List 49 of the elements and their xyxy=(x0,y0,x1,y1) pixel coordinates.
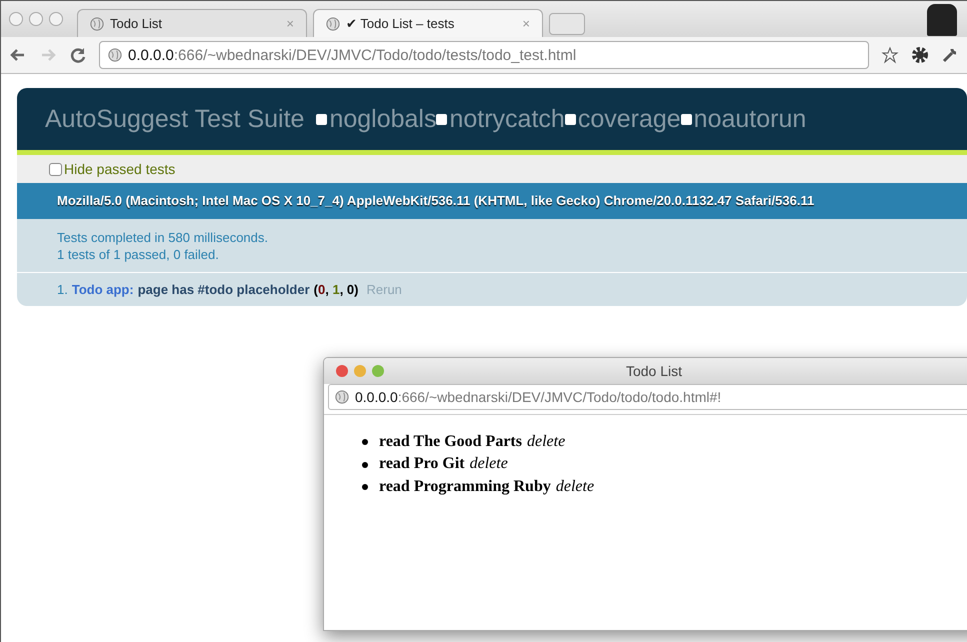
option-checkbox[interactable]: notrycatch xyxy=(436,104,565,134)
address-bar[interactable]: 0.0.0.0:666/~wbednarski/DEV/JMVC/Todo/todo/todo.html#! xyxy=(328,384,967,410)
checkbox-icon[interactable] xyxy=(436,114,448,124)
count-value: 0 xyxy=(318,282,326,297)
user-agent-text: Mozilla/5.0 (Macintosh; Intel Mac OS X 10_7_4) AppleWebKit/536.11 (KHTML, like Gecko) Chrome/20.0.1132.47 Safari/536.11 xyxy=(17,183,967,219)
bullet-icon xyxy=(362,462,368,468)
window-title: Todo List xyxy=(626,363,682,379)
count-punctuation: , xyxy=(325,282,330,297)
globe-icon xyxy=(326,16,340,30)
suite-title: AutoSuggest Test Suite xyxy=(45,104,304,134)
test-name[interactable]: page has #todo placeholder xyxy=(138,282,310,297)
todo-text: read Pro Git xyxy=(379,454,465,474)
bullet-icon xyxy=(362,484,368,490)
globe-icon xyxy=(90,16,104,30)
avatar-icon[interactable] xyxy=(927,4,957,36)
globe-icon xyxy=(335,390,349,404)
count-value: 1 xyxy=(332,282,340,297)
count-value: 0 xyxy=(346,282,354,297)
delete-link[interactable]: delete xyxy=(470,453,508,476)
option-checkbox[interactable]: noglobals xyxy=(316,104,436,134)
module-name[interactable]: Todo app: xyxy=(72,282,134,297)
checkbox-icon[interactable] xyxy=(680,114,692,124)
summary-text: 1 tests of 1 passed, 0 failed. xyxy=(57,246,220,264)
checkbox[interactable] xyxy=(49,162,62,176)
count-punctuation: ( xyxy=(314,282,318,297)
browser-tab[interactable]: ✔ Todo List – tests × xyxy=(313,9,543,37)
option-checkbox[interactable]: coverage xyxy=(564,104,681,134)
count-punctuation: ) xyxy=(354,282,358,297)
delete-link[interactable]: delete xyxy=(556,476,594,498)
todo-text: read Programming Ruby xyxy=(379,476,551,497)
star-icon[interactable] xyxy=(881,46,899,64)
todo-text: read The Good Parts xyxy=(379,432,522,452)
close-icon[interactable]: × xyxy=(522,16,530,31)
count-punctuation: , xyxy=(340,282,344,297)
delete-link[interactable]: delete xyxy=(526,431,566,454)
checkbox-icon[interactable] xyxy=(316,114,328,124)
checkbox-label[interactable]: Hide passed tests xyxy=(64,161,176,177)
summary-text: Tests completed in 580 milliseconds. xyxy=(57,228,269,246)
settings-icon[interactable] xyxy=(911,46,929,64)
bullet-icon xyxy=(362,439,368,446)
address-bar[interactable]: 0.0.0.0:666/~wbednarski/DEV/JMVC/Todo/todo/tests/todo_test.html xyxy=(99,41,869,69)
checkbox-icon[interactable] xyxy=(564,114,576,124)
window-close-button[interactable] xyxy=(336,365,348,377)
wrench-icon[interactable] xyxy=(941,46,959,64)
browser-tab[interactable]: Todo List × xyxy=(77,9,307,37)
option-checkbox[interactable]: noautorun xyxy=(680,104,806,134)
globe-icon xyxy=(108,48,122,62)
reload-icon[interactable] xyxy=(69,46,87,64)
test-number: 1. xyxy=(57,282,68,297)
